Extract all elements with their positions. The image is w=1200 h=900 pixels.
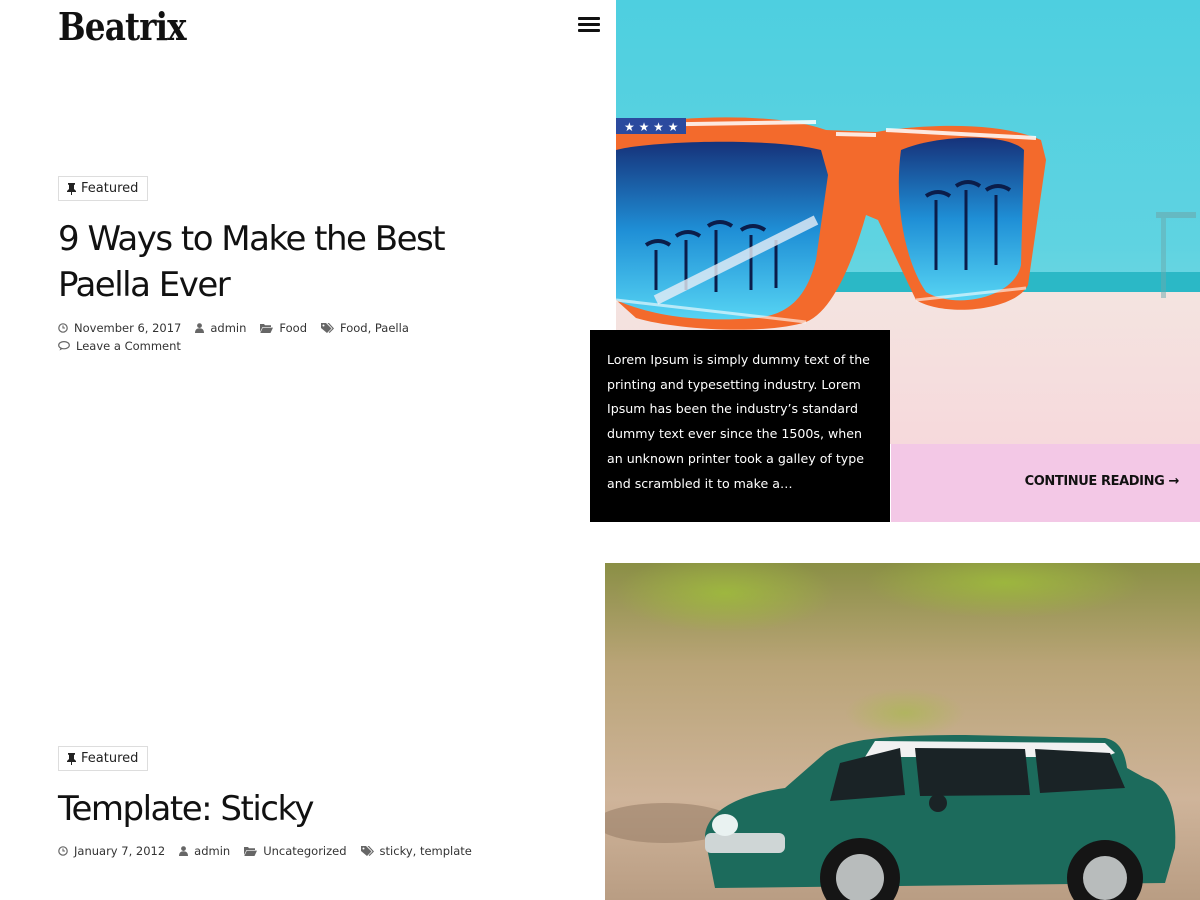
clock-icon (58, 846, 68, 856)
continue-reading-link[interactable]: CONTINUE READING → (1025, 474, 1180, 489)
clock-icon (58, 323, 68, 333)
post-excerpt: Lorem Ipsum is simply dummy text of the … (590, 330, 890, 522)
user-icon (179, 846, 189, 856)
site-logo[interactable]: Beatrix (58, 4, 187, 49)
leave-comment-link[interactable]: Leave a Comment (76, 339, 181, 353)
post-author[interactable]: admin (194, 844, 230, 858)
post-tag[interactable]: Food (340, 321, 368, 335)
post-title[interactable]: 9 Ways to Make the Best Paella Ever (58, 216, 538, 308)
svg-text:★ ★ ★ ★: ★ ★ ★ ★ (624, 120, 678, 134)
post-title-line-1[interactable]: 9 Ways to Make the Best (58, 219, 446, 259)
featured-badge: Featured (58, 746, 149, 771)
post-featured-image-toy-car[interactable] (605, 563, 1200, 900)
pin-icon (67, 182, 76, 195)
post-date[interactable]: November 6, 2017 (74, 321, 181, 335)
post-title[interactable]: Template: Sticky (58, 786, 538, 832)
post-tag[interactable]: template (420, 844, 472, 858)
featured-badge-label: Featured (81, 751, 139, 766)
post-title-line-2[interactable]: Paella Ever (58, 265, 231, 305)
post-author[interactable]: admin (210, 321, 246, 335)
post-meta: November 6, 2017 admin Food Food, Paella (58, 321, 423, 335)
folder-icon (260, 324, 274, 333)
comment-icon (58, 341, 70, 351)
tags-icon (360, 845, 374, 856)
continue-reading-bar: CONTINUE READING → (891, 444, 1200, 522)
post-category[interactable]: Food (279, 321, 307, 335)
post-tag[interactable]: Paella (375, 321, 409, 335)
pin-icon (67, 752, 76, 765)
post-meta: January 7, 2012 admin Uncategorized stic… (58, 844, 486, 858)
post-tag[interactable]: sticky (380, 844, 413, 858)
featured-badge: Featured (58, 176, 149, 201)
folder-icon (244, 847, 258, 856)
post-date[interactable]: January 7, 2012 (74, 844, 165, 858)
tags-icon (321, 322, 334, 333)
post-comments: Leave a Comment (58, 339, 195, 353)
hamburger-menu-icon[interactable] (578, 17, 600, 33)
featured-badge-label: Featured (81, 181, 139, 196)
user-icon (195, 323, 205, 333)
post-category[interactable]: Uncategorized (263, 844, 346, 858)
